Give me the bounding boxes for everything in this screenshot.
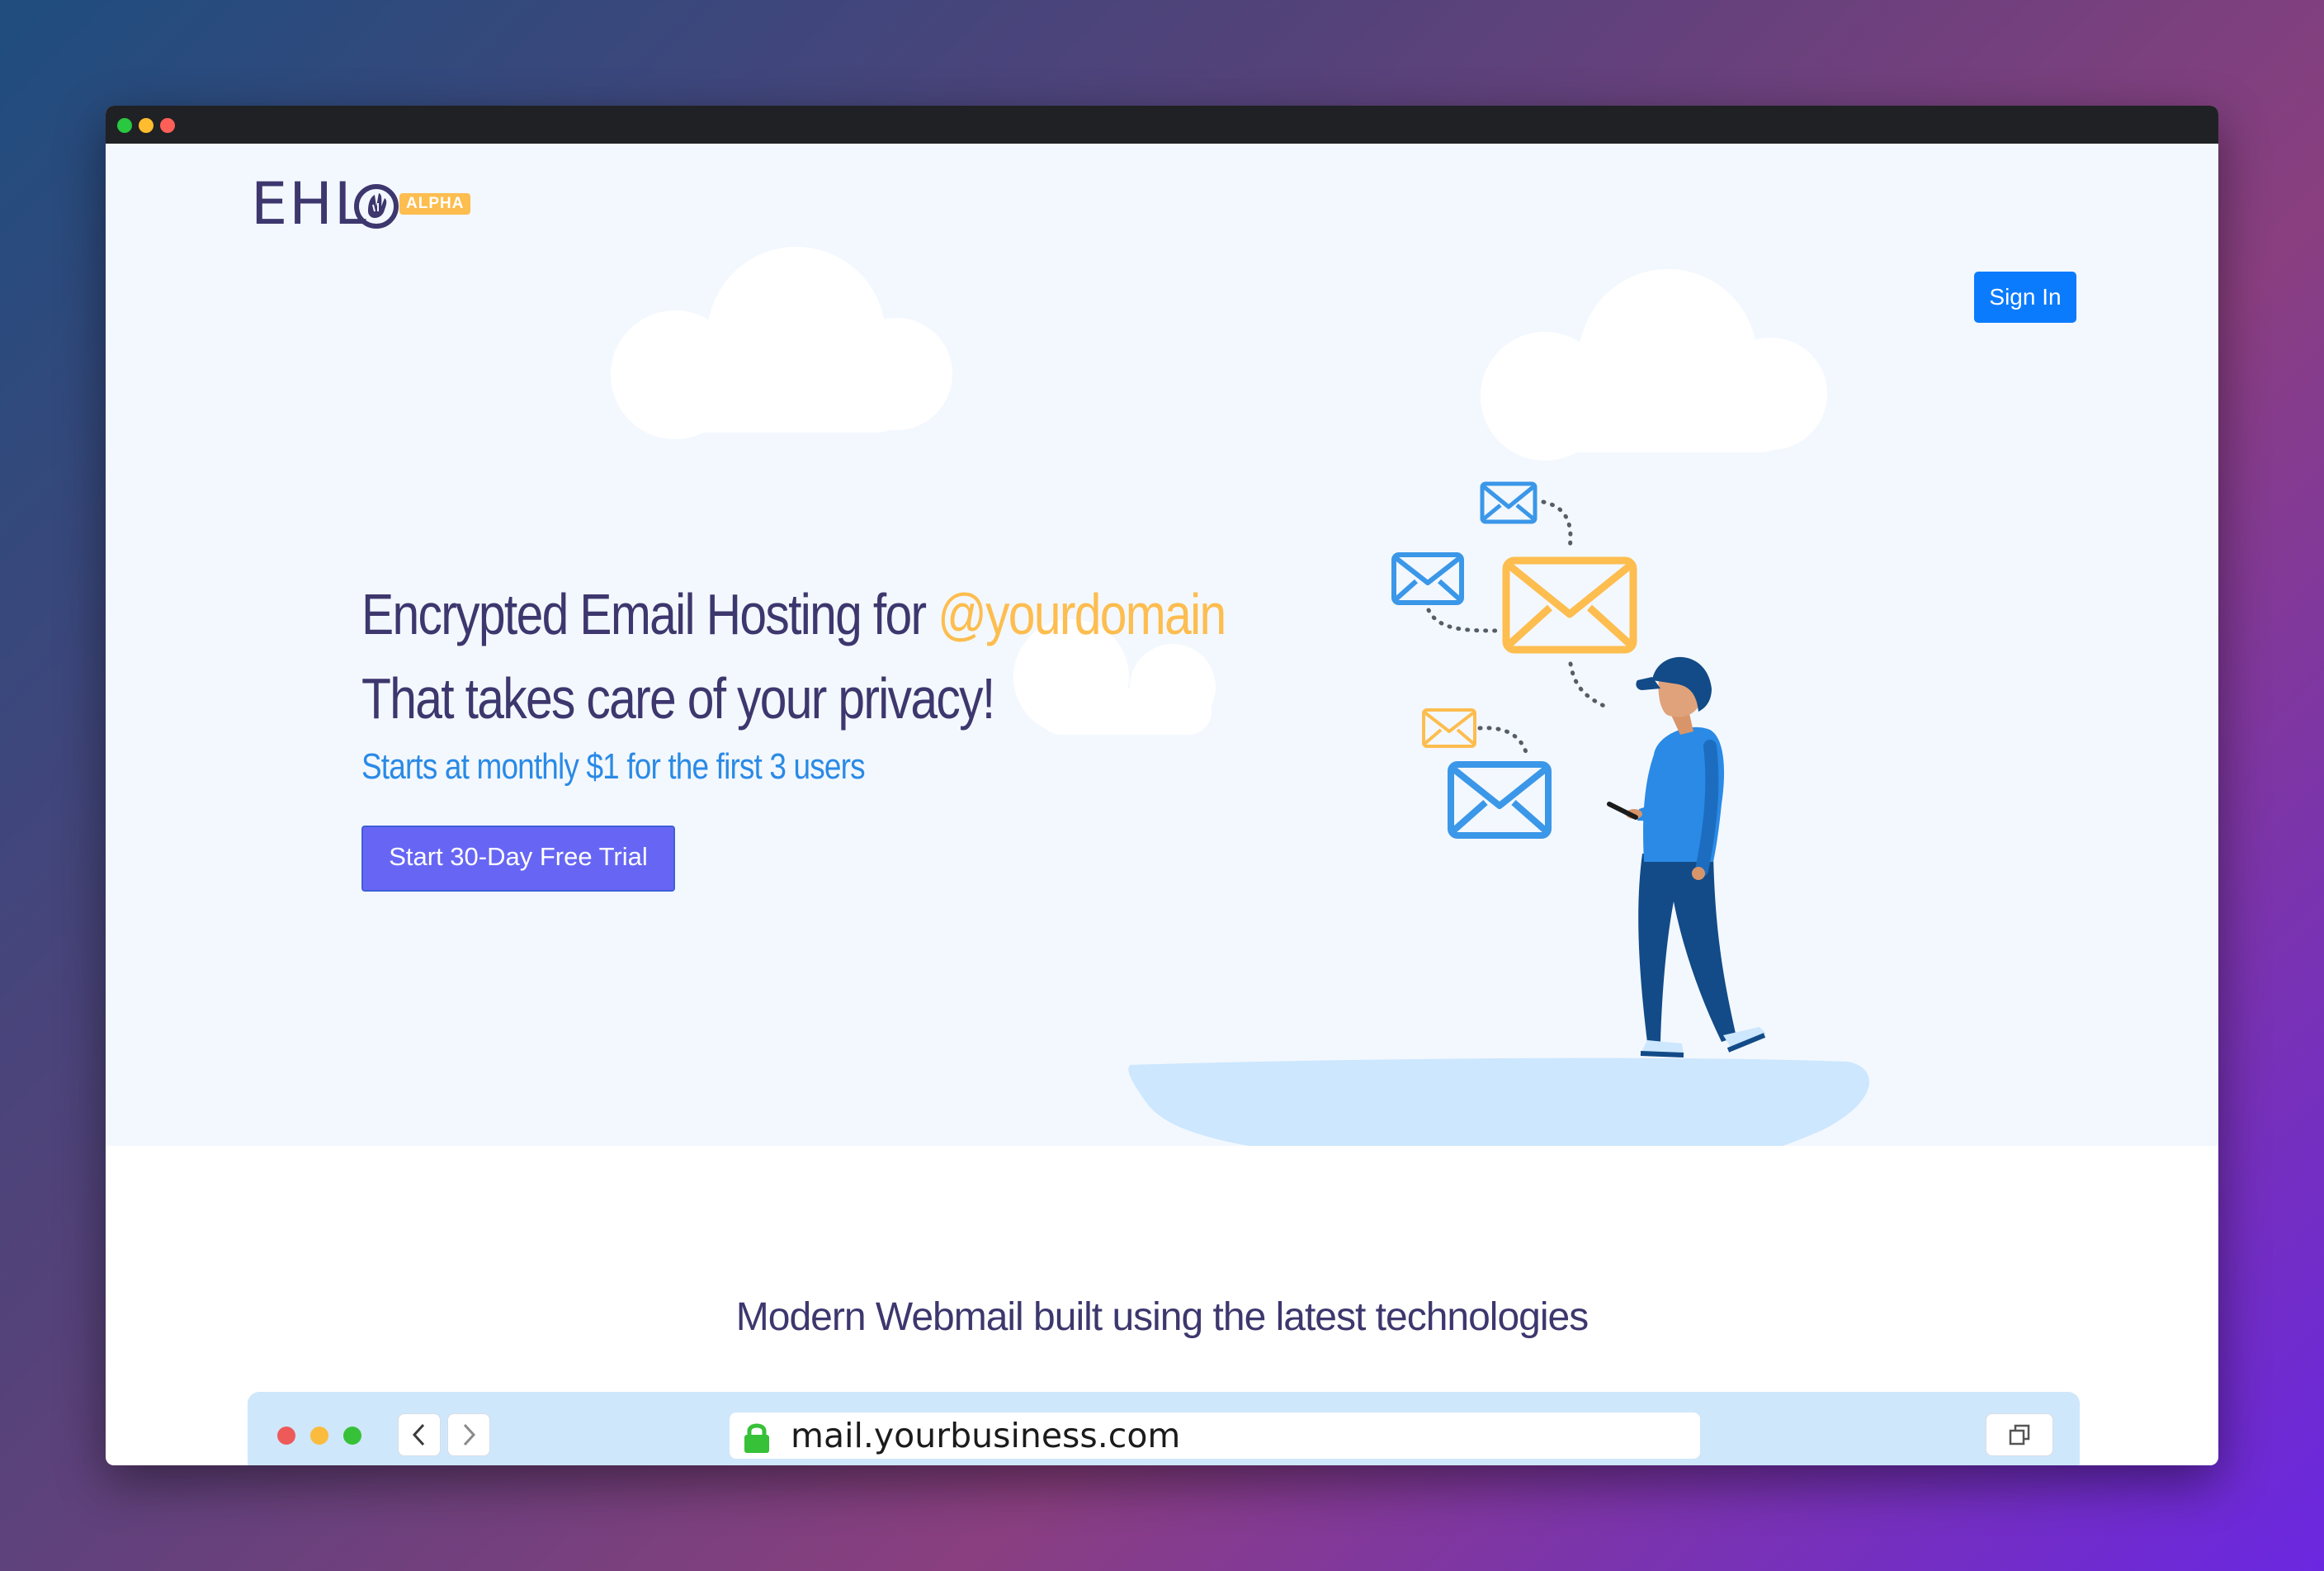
lock-icon [744, 1423, 769, 1453]
section-title: Modern Webmail built using the latest te… [735, 1295, 1589, 1339]
window-red-dot-icon[interactable] [160, 118, 175, 133]
hero-subline: Starts at monthly $1 for the first 3 use… [361, 746, 866, 787]
chevron-right-icon [463, 1423, 476, 1446]
mockup-yellow-dot-icon [310, 1427, 328, 1445]
window-titlebar [106, 106, 2218, 144]
window-yellow-dot-icon[interactable] [139, 118, 154, 133]
dotted-trail-4 [1477, 726, 1529, 757]
address-bar[interactable]: mail.yourbusiness.com [730, 1412, 1700, 1459]
mockup-green-dot-icon [343, 1427, 361, 1445]
browser-mockup: mail.yourbusiness.com [248, 1392, 2080, 1465]
envelope-large-blue-icon [1448, 761, 1552, 839]
envelope-small-yellow-icon [1422, 708, 1476, 748]
forward-button[interactable] [447, 1413, 490, 1456]
hero-headline: Encrypted Email Hosting for @yourdomain [361, 581, 1226, 647]
window-green-dot-icon[interactable] [117, 118, 132, 133]
dotted-trail-1 [1541, 499, 1573, 551]
sign-in-button[interactable]: Sign In [1974, 272, 2076, 323]
back-button[interactable] [398, 1413, 441, 1456]
person-figure-icon [1607, 656, 1766, 1058]
copy-window-icon [2009, 1424, 2030, 1446]
headline-prefix: Encrypted Email Hosting for [361, 582, 938, 646]
cloud-left-icon [611, 247, 952, 439]
browser-window: EHL ALPHA Sign In Encrypted Email Hostin… [106, 106, 2218, 1465]
cloud-right-icon [1481, 269, 1827, 461]
hero-section: EHL ALPHA Sign In Encrypted Email Hostin… [106, 144, 2218, 1146]
copy-window-button[interactable] [1986, 1413, 2053, 1456]
chevron-left-icon [412, 1423, 425, 1446]
headline-domain: @yourdomain [938, 582, 1226, 646]
envelope-small-blue-icon [1480, 481, 1538, 524]
start-free-trial-button[interactable]: Start 30-Day Free Trial [361, 826, 675, 892]
envelope-medium-blue-icon [1391, 552, 1464, 605]
dotted-trail-2 [1426, 608, 1503, 633]
envelope-large-yellow-icon [1502, 556, 1637, 654]
island-shape [1128, 1058, 1869, 1146]
hero-headline-line2: That takes care of your privacy! [361, 666, 995, 731]
url-text: mail.yourbusiness.com [791, 1416, 1181, 1455]
mockup-red-dot-icon [277, 1427, 295, 1445]
dotted-trail-3 [1568, 661, 1612, 711]
